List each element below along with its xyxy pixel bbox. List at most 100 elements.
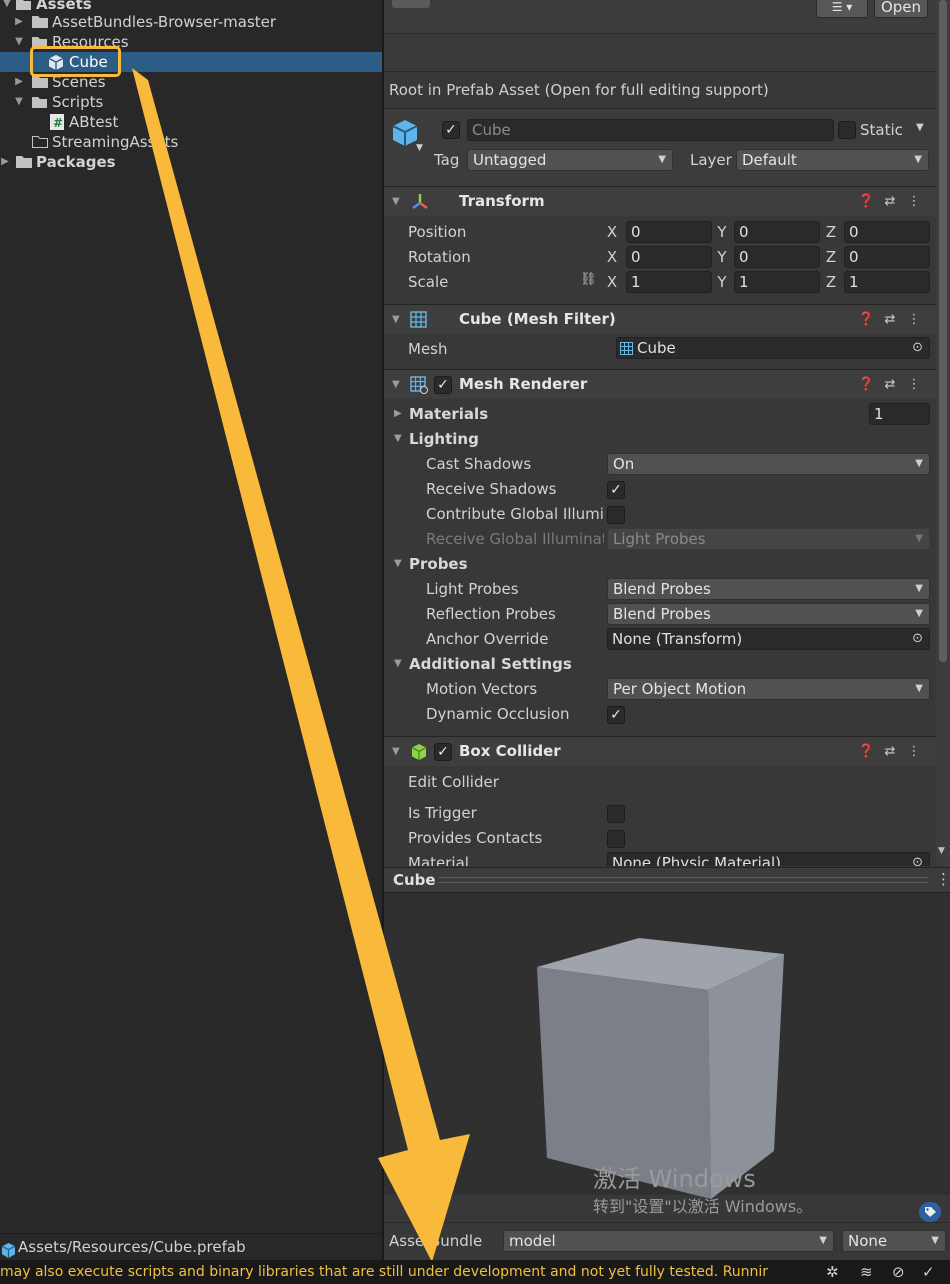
tree-item-abtest[interactable]: # ABtest [0,112,382,132]
reflection-probes-dropdown[interactable]: Blend Probes ▼ [607,603,930,625]
fold-arrow-icon[interactable]: ▼ [394,658,402,669]
fold-arrow-icon[interactable]: ▼ [392,314,400,325]
expand-arrow-icon[interactable]: ▼ [14,32,24,52]
position-z-field[interactable]: 0 [844,221,930,243]
mesh-object-field[interactable]: Cube ⊙ [616,337,930,359]
materials-label[interactable]: Materials [409,404,488,424]
more-options-icon[interactable]: ⋮ [906,743,922,761]
view-options-button[interactable]: ☰ ▾ [816,0,868,18]
x-label: X [606,273,618,291]
preview-area[interactable]: 激活 Windows [384,893,950,1199]
expand-arrow-icon[interactable]: ▼ [14,92,24,112]
fold-arrow-icon[interactable]: ▼ [392,196,400,207]
scale-z-field[interactable]: 1 [844,271,930,293]
status-ok-icon[interactable]: ✓ [922,1260,935,1284]
mesh-filter-header[interactable]: ▼ Cube (Mesh Filter) ❓ ⇄ ⋮ [384,304,936,334]
provides-contacts-checkbox[interactable] [607,830,625,848]
help-icon[interactable]: ❓ [858,311,874,329]
tree-item-packages[interactable]: ▶ Packages [0,152,382,172]
object-name-field[interactable]: Cube [467,119,834,141]
fold-arrow-icon[interactable]: ▼ [394,558,402,569]
tag-dropdown[interactable]: Untagged ▼ [467,149,673,171]
mesh-renderer-header[interactable]: ▼ ✓ Mesh Renderer ❓ ⇄ ⋮ [384,369,936,399]
light-probes-dropdown[interactable]: Blend Probes ▼ [607,578,930,600]
static-checkbox[interactable] [838,121,856,139]
folder-icon [32,76,48,88]
help-icon[interactable]: ❓ [858,376,874,394]
component-header-icons: ❓ ⇄ ⋮ [858,376,924,394]
fold-arrow-icon[interactable]: ▼ [392,746,400,757]
mesh-renderer-enabled-checkbox[interactable]: ✓ [434,376,452,394]
preset-icon[interactable]: ⇄ [882,743,898,761]
box-collider-header[interactable]: ▼ ✓ Box Collider ❓ ⇄ ⋮ [384,736,936,766]
assetbundle-name-dropdown[interactable]: model ▼ [503,1230,834,1252]
open-prefab-button[interactable]: Open [874,0,928,18]
receive-gi-label: Receive Global Illuminati [426,530,604,548]
scrollbar-thumb[interactable] [939,0,947,662]
tree-item-scripts[interactable]: ▼ Scripts [0,92,382,112]
inspector-top-strip: ☰ ▾ Open [384,0,936,34]
more-options-icon[interactable]: ⋮ [906,376,922,394]
expand-arrow-icon[interactable]: ▶ [0,152,10,172]
object-picker-icon[interactable]: ⊙ [912,629,923,649]
rotation-z-field[interactable]: 0 [844,246,930,268]
rotation-y-field[interactable]: 0 [734,246,820,268]
cast-shadows-dropdown[interactable]: On ▼ [607,453,930,475]
active-checkbox[interactable]: ✓ [442,121,460,139]
position-y-field[interactable]: 0 [734,221,820,243]
contribute-gi-checkbox[interactable] [607,506,625,524]
auto-generate-lighting-icon[interactable]: ⊘ [892,1260,905,1284]
rotation-x-field[interactable]: 0 [626,246,712,268]
object-picker-icon[interactable]: ⊙ [912,338,923,358]
variant-value: None [848,1232,888,1250]
more-options-icon[interactable]: ⋮ [936,870,950,888]
dynamic-occlusion-checkbox[interactable]: ✓ [607,706,625,724]
reflection-probes-label: Reflection Probes [426,605,556,623]
assetbundle-variant-dropdown[interactable]: None ▼ [842,1230,946,1252]
more-options-icon[interactable]: ⋮ [906,193,922,211]
object-picker-icon[interactable]: ⊙ [912,853,923,866]
additional-settings-section[interactable]: Additional Settings [409,654,572,674]
help-icon[interactable]: ❓ [858,193,874,211]
lighting-section[interactable]: Lighting [409,429,479,449]
position-x-field[interactable]: 0 [626,221,712,243]
receive-shadows-checkbox[interactable]: ✓ [607,481,625,499]
cast-shadows-label: Cast Shadows [426,455,532,473]
probes-section[interactable]: Probes [409,554,468,574]
layer-dropdown[interactable]: Default ▼ [736,149,929,171]
expand-arrow-icon[interactable]: ▶ [14,72,24,92]
drag-handle[interactable] [438,877,928,883]
preset-icon[interactable]: ⇄ [882,376,898,394]
preset-icon[interactable]: ⇄ [882,193,898,211]
icon-dropdown-caret-icon[interactable]: ▼ [416,143,423,153]
static-dropdown-caret-icon[interactable]: ▼ [916,122,924,133]
receive-gi-value: Light Probes [613,530,706,548]
tree-item-assetbundles-browser[interactable]: ▶ AssetBundles-Browser-master [0,12,382,32]
motion-vectors-dropdown[interactable]: Per Object Motion ▼ [607,678,930,700]
materials-count-field[interactable]: 1 [869,403,930,425]
scale-x-field[interactable]: 1 [626,271,712,293]
help-icon[interactable]: ❓ [858,743,874,761]
is-trigger-checkbox[interactable] [607,805,625,823]
scroll-down-icon[interactable]: ▼ [938,846,945,856]
anchor-override-field[interactable]: None (Transform) ⊙ [607,628,930,650]
box-collider-enabled-checkbox[interactable]: ✓ [434,743,452,761]
material-field[interactable]: None (Physic Material) ⊙ [607,852,930,866]
constrain-proportions-icon[interactable]: ⛓ [580,272,597,287]
preset-icon[interactable]: ⇄ [882,311,898,329]
cache-server-icon[interactable]: ≋ [860,1260,873,1284]
preview-header[interactable]: Cube ⋮ [384,867,950,893]
scale-y-field[interactable]: 1 [734,271,820,293]
tree-item-streamingassets[interactable]: StreamingAssets [0,132,382,152]
inspector-scrollbar[interactable]: ▼ [936,0,950,866]
mesh-renderer-icon [410,376,428,394]
more-options-icon[interactable]: ⋮ [906,311,922,329]
static-label: Static [860,121,903,139]
fold-arrow-icon[interactable]: ▼ [392,379,400,390]
label-tag-icon[interactable] [919,1202,941,1222]
debug-icon[interactable]: ✲ [826,1260,839,1284]
fold-arrow-icon[interactable]: ▶ [394,408,402,419]
expand-arrow-icon[interactable]: ▶ [14,12,24,32]
fold-arrow-icon[interactable]: ▼ [394,433,402,444]
transform-header[interactable]: ▼ Transform ❓ ⇄ ⋮ [384,186,936,216]
